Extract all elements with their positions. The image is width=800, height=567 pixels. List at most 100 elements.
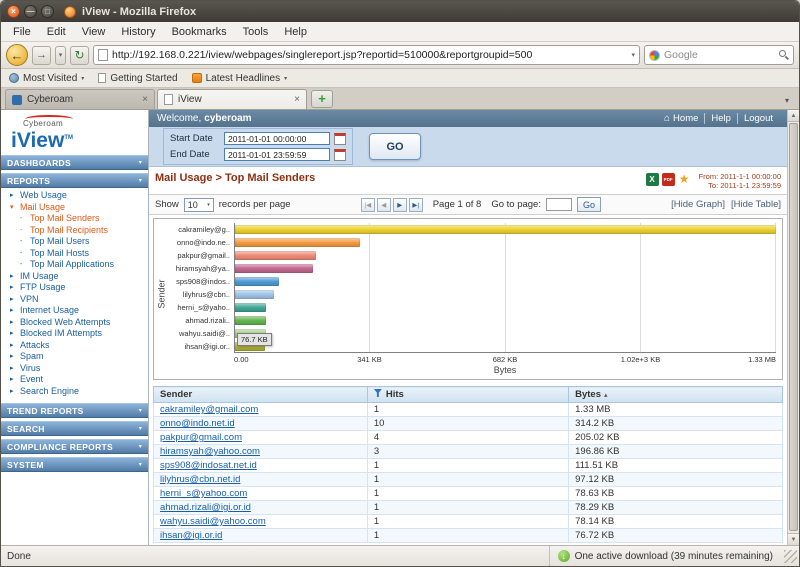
new-tab-button[interactable]: +	[311, 90, 333, 108]
scroll-up-button[interactable]: ▲	[788, 110, 799, 122]
start-date-input[interactable]	[224, 132, 330, 145]
download-status-panel[interactable]: ↓ One active download (39 minutes remain…	[548, 546, 797, 566]
chart-bar[interactable]	[235, 251, 317, 260]
sidebar-item-attacks[interactable]: ▸ Attacks	[1, 340, 148, 352]
hide-table-link[interactable]: [Hide Table]	[731, 199, 781, 210]
chart-bar[interactable]	[235, 238, 360, 247]
sidebar-item-top-mail-hosts[interactable]: - Top Mail Hosts	[1, 248, 148, 260]
url-dropdown-icon[interactable]: ▾	[631, 51, 635, 59]
bookmark-most-visited[interactable]: Most Visited ▾	[9, 73, 84, 84]
back-button[interactable]: ←	[6, 44, 28, 66]
tab-cyberoam[interactable]: Cyberoam ×	[5, 89, 155, 109]
window-close-button[interactable]: ×	[7, 5, 20, 18]
filter-icon[interactable]	[373, 389, 382, 397]
sidebar-item-event[interactable]: ▸ Event	[1, 374, 148, 386]
sidebar-item-top-mail-senders[interactable]: - Top Mail Senders	[1, 213, 148, 225]
menu-bookmarks[interactable]: Bookmarks	[164, 24, 235, 40]
sidebar-item-top-mail-users[interactable]: - Top Mail Users	[1, 236, 148, 248]
sidebar-section-reports[interactable]: REPORTS ▾	[1, 173, 148, 188]
chart-bar[interactable]	[235, 264, 314, 273]
sidebar-item-web-usage[interactable]: ▸ Web Usage	[1, 190, 148, 202]
scrollbar-thumb[interactable]	[789, 123, 798, 531]
first-page-button[interactable]: |◀	[360, 197, 375, 212]
sender-link-ahmad-rizali-igi-or-id[interactable]: ahmad.rizali@igi.or.id	[160, 502, 251, 513]
sender-link-wahyu-saidi-yahoo-com[interactable]: wahyu.saidi@yahoo.com	[160, 516, 266, 527]
sender-link-sps908-indosat-net-id[interactable]: sps908@indosat.net.id	[160, 460, 257, 471]
refresh-button[interactable]: ↻	[70, 45, 89, 65]
page-size-select[interactable]: 10 ▾	[183, 197, 214, 212]
sidebar-item-blocked-im-attempts[interactable]: ▸ Blocked IM Attempts	[1, 328, 148, 340]
goto-page-go-button[interactable]: Go	[576, 197, 601, 212]
pdf-icon[interactable]: PDF	[661, 173, 675, 186]
star-icon[interactable]: ★	[678, 173, 691, 186]
last-page-button[interactable]: ▶|	[408, 197, 423, 212]
calendar-icon[interactable]	[334, 132, 346, 145]
hide-graph-link[interactable]: [Hide Graph]	[671, 199, 725, 210]
sender-link-herni-s-yahoo-com[interactable]: herni_s@yahoo.com	[160, 488, 247, 499]
sidebar-item-blocked-web-attempts[interactable]: ▸ Blocked Web Attempts	[1, 317, 148, 329]
sender-link-pakpur-gmail-com[interactable]: pakpur@gmail.com	[160, 432, 242, 443]
goto-page-input[interactable]	[545, 198, 572, 211]
top-link-logout[interactable]: Logout	[736, 113, 779, 124]
resize-grip[interactable]	[784, 549, 797, 563]
sender-link-ihsan-igi-or-id[interactable]: ihsan@igi.or.id	[160, 530, 222, 541]
sender-link-hiramsyah-yahoo-com[interactable]: hiramsyah@yahoo.com	[160, 446, 260, 457]
top-link-home[interactable]: ⌂ Home	[658, 113, 704, 124]
column-header-bytes[interactable]: Bytes ▴	[568, 386, 783, 403]
sidebar-item-search-engine[interactable]: ▸ Search Engine	[1, 386, 148, 398]
sidebar-item-mail-usage[interactable]: ▾ Mail Usage	[1, 202, 148, 214]
chart-bar[interactable]	[235, 303, 267, 312]
url-bar[interactable]: ▾	[93, 45, 640, 65]
end-date-input[interactable]	[224, 148, 330, 161]
sidebar-item-virus[interactable]: ▸ Virus	[1, 363, 148, 375]
chart-bar[interactable]	[235, 225, 776, 234]
sidebar-section-search[interactable]: SEARCH ▾	[1, 421, 148, 436]
menu-edit[interactable]: Edit	[39, 24, 74, 40]
sender-link-onno-indo-net-id[interactable]: onno@indo.net.id	[160, 418, 235, 429]
search-input[interactable]	[664, 49, 775, 61]
calendar-icon[interactable]	[334, 148, 346, 161]
sidebar-item-top-mail-recipients[interactable]: - Top Mail Recipients	[1, 225, 148, 237]
sender-link-lilyhrus-cbn-net-id[interactable]: lilyhrus@cbn.net.id	[160, 474, 240, 485]
prev-page-button[interactable]: ◀	[376, 197, 391, 212]
tab-iview[interactable]: iView ×	[157, 89, 307, 109]
next-page-button[interactable]: ▶	[392, 197, 407, 212]
sender-link-cakramiley-gmail-com[interactable]: cakramiley@gmail.com	[160, 404, 258, 415]
window-maximize-button[interactable]: □	[41, 5, 54, 18]
sidebar-item-vpn[interactable]: ▸ VPN	[1, 294, 148, 306]
tab-close-icon[interactable]: ×	[294, 94, 300, 105]
url-input[interactable]	[112, 49, 628, 61]
bookmark-latest-headlines[interactable]: Latest Headlines ▾	[191, 73, 287, 84]
sidebar-item-top-mail-applications[interactable]: - Top Mail Applications	[1, 259, 148, 271]
sidebar-section-trend-reports[interactable]: TREND REPORTS ▾	[1, 403, 148, 418]
tab-list-dropdown-icon[interactable]: ▾	[779, 91, 795, 109]
menu-help[interactable]: Help	[276, 24, 315, 40]
scroll-down-button[interactable]: ▼	[788, 533, 799, 545]
sidebar-section-dashboards[interactable]: DASHBOARDS ▾	[1, 155, 148, 170]
sidebar-item-spam[interactable]: ▸ Spam	[1, 351, 148, 363]
tab-close-icon[interactable]: ×	[142, 94, 148, 105]
vertical-scrollbar[interactable]: ▲ ▼	[787, 110, 799, 545]
menu-history[interactable]: History	[113, 24, 163, 40]
history-dropdown-icon[interactable]: ▾	[55, 45, 66, 65]
menu-tools[interactable]: Tools	[235, 24, 277, 40]
search-bar[interactable]	[644, 45, 794, 65]
search-icon[interactable]	[779, 50, 789, 60]
window-minimize-button[interactable]: —	[24, 5, 37, 18]
column-header-hits[interactable]: Hits	[366, 386, 570, 403]
forward-button[interactable]: →	[32, 45, 51, 65]
excel-icon[interactable]: X	[645, 173, 659, 186]
go-button[interactable]: GO	[369, 133, 421, 160]
menu-file[interactable]: File	[5, 24, 39, 40]
sidebar-item-im-usage[interactable]: ▸ IM Usage	[1, 271, 148, 283]
sidebar-item-internet-usage[interactable]: ▸ Internet Usage	[1, 305, 148, 317]
bookmark-getting-started[interactable]: Getting Started	[98, 73, 178, 84]
menu-view[interactable]: View	[74, 24, 114, 40]
sidebar-section-compliance-reports[interactable]: COMPLIANCE REPORTS ▾	[1, 439, 148, 454]
column-header-sender[interactable]: Sender	[153, 386, 368, 403]
sidebar-item-ftp-usage[interactable]: ▸ FTP Usage	[1, 282, 148, 294]
top-link-help[interactable]: Help	[704, 113, 737, 124]
chart-bar[interactable]	[235, 277, 280, 286]
sidebar-section-system[interactable]: SYSTEM ▾	[1, 457, 148, 472]
chart-bar[interactable]	[235, 316, 267, 325]
